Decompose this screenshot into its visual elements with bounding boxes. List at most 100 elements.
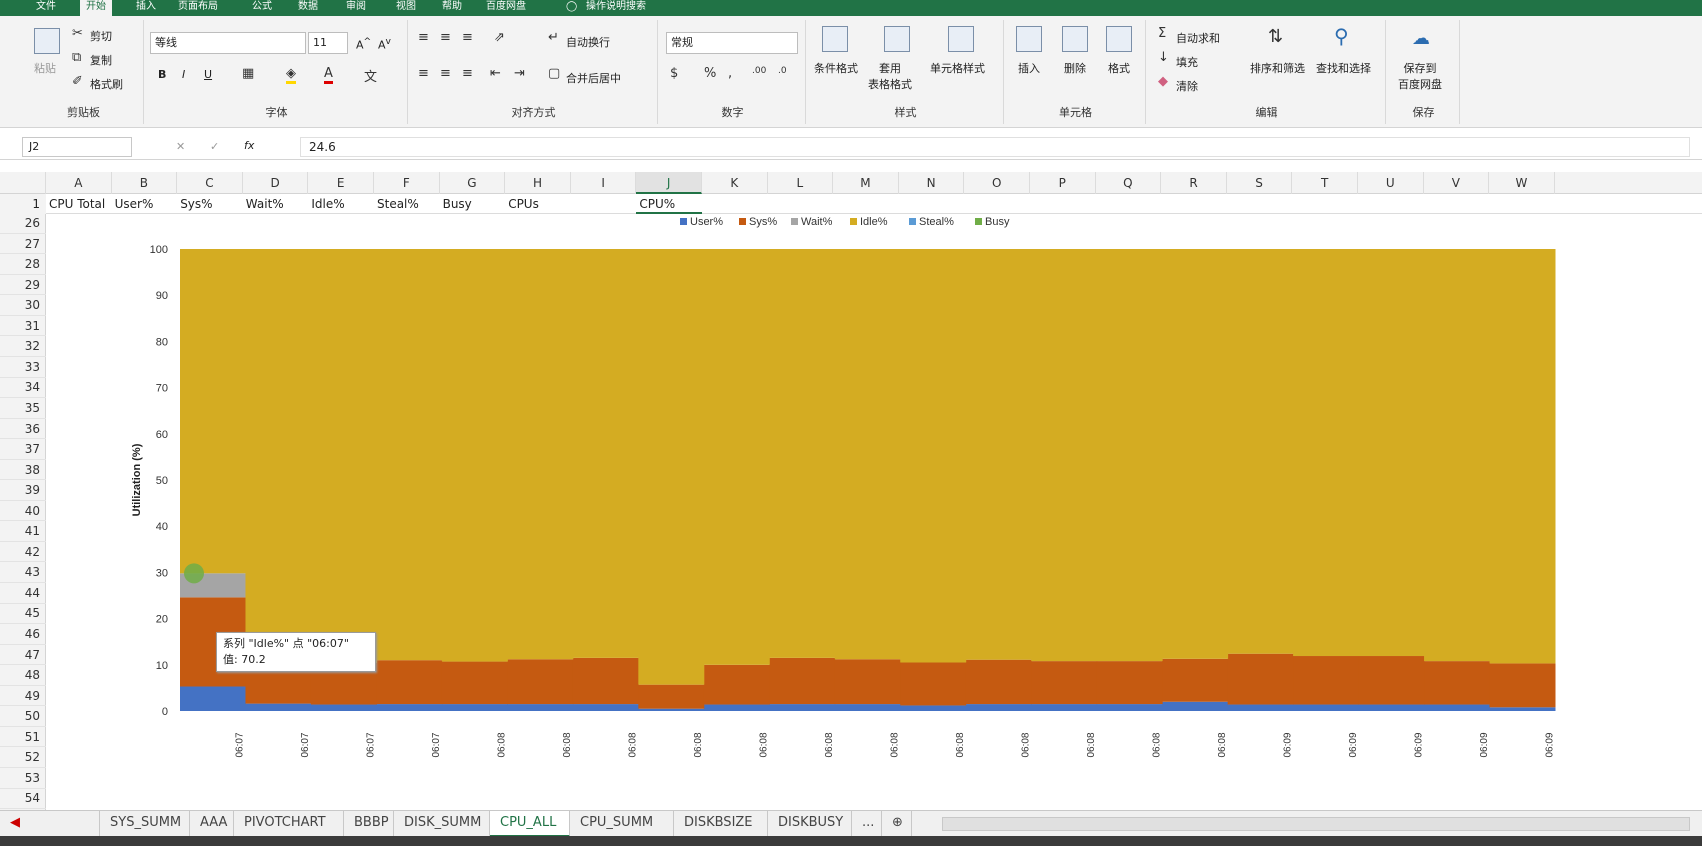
column-header-e[interactable]: E	[308, 172, 374, 194]
row-header[interactable]: 33	[0, 358, 46, 378]
align-right-icon[interactable]: ≡	[462, 66, 473, 81]
align-bottom-icon[interactable]: ≡	[462, 30, 473, 45]
column-header-s[interactable]: S	[1227, 172, 1293, 194]
column-header-n[interactable]: N	[899, 172, 965, 194]
sheet-tab-diskbsize[interactable]: DISKBSIZE	[674, 811, 768, 837]
row-header[interactable]: 29	[0, 276, 46, 296]
column-header-m[interactable]: M	[833, 172, 899, 194]
format-painter-button[interactable]: 格式刷	[90, 76, 123, 92]
cell-g1[interactable]: Busy	[440, 194, 506, 214]
format-button[interactable]: 格式	[1108, 60, 1130, 76]
percent-icon[interactable]: %	[704, 66, 716, 81]
column-header-i[interactable]: I	[571, 172, 637, 194]
currency-icon[interactable]: $	[670, 66, 678, 81]
row-header[interactable]: 32	[0, 337, 46, 357]
cell-b1[interactable]: User%	[112, 194, 178, 214]
column-header-d[interactable]: D	[243, 172, 309, 194]
row-header[interactable]: 35	[0, 399, 46, 419]
column-header-o[interactable]: O	[964, 172, 1030, 194]
cell-e1[interactable]: Idle%	[308, 194, 374, 214]
sheet-tab--[interactable]: ...	[852, 811, 882, 837]
clear-button[interactable]: 清除	[1176, 78, 1198, 94]
row-header[interactable]: 41	[0, 522, 46, 542]
increase-indent-icon[interactable]: ⇥	[514, 66, 525, 81]
sheet-tab-disk-summ[interactable]: DISK_SUMM	[394, 811, 490, 837]
font-color-icon[interactable]: A	[324, 66, 333, 84]
underline-button[interactable]: U	[204, 68, 212, 81]
row-header[interactable]: 31	[0, 317, 46, 337]
row-header[interactable]: 51	[0, 728, 46, 748]
row-header[interactable]: 45	[0, 604, 46, 625]
bold-button[interactable]: B	[158, 68, 166, 81]
cell-c1[interactable]: Sys%	[177, 194, 243, 214]
row-header[interactable]: 30	[0, 296, 46, 316]
column-header-r[interactable]: R	[1161, 172, 1227, 194]
cell-f1[interactable]: Steal%	[374, 194, 440, 214]
row-header[interactable]: 46	[0, 625, 46, 645]
tab-file[interactable]: 文件	[30, 0, 62, 16]
align-center-icon[interactable]: ≡	[440, 66, 451, 81]
fill-color-icon[interactable]: ◈	[286, 66, 296, 84]
cell-h1[interactable]: CPUs	[505, 194, 571, 214]
cut-button[interactable]: 剪切	[90, 28, 112, 44]
row-header[interactable]: 47	[0, 646, 46, 666]
row-header[interactable]: 40	[0, 502, 46, 522]
column-header-a[interactable]: A	[46, 172, 112, 194]
column-header-j[interactable]: J	[636, 172, 702, 194]
font-name-select[interactable]: 等线	[150, 32, 306, 54]
align-middle-icon[interactable]: ≡	[440, 30, 451, 45]
row-header[interactable]: 50	[0, 707, 46, 727]
row-header[interactable]: 44	[0, 584, 46, 604]
wrap-text-button[interactable]: 自动换行	[566, 34, 610, 50]
sheet-tab-sys-summ[interactable]: SYS_SUMM	[100, 811, 190, 837]
column-header-b[interactable]: B	[112, 172, 178, 194]
cell-d1[interactable]: Wait%	[243, 194, 309, 214]
column-header-f[interactable]: F	[374, 172, 440, 194]
row-header[interactable]: 36	[0, 420, 46, 440]
column-header-t[interactable]: T	[1292, 172, 1358, 194]
column-header-u[interactable]: U	[1358, 172, 1424, 194]
column-header-w[interactable]: W	[1489, 172, 1555, 194]
tab-view[interactable]: 视图	[390, 0, 422, 16]
format-as-table-button[interactable]: 套用 表格格式	[868, 60, 912, 92]
function-icon[interactable]: fx	[244, 139, 254, 152]
paste-icon[interactable]	[34, 28, 60, 54]
grow-font-button[interactable]: A^	[356, 36, 371, 52]
column-header-v[interactable]: V	[1424, 172, 1490, 194]
shrink-font-button[interactable]: Av	[378, 36, 391, 52]
comma-icon[interactable]: ,	[728, 66, 732, 81]
sheet-tab-diskbusy[interactable]: DISKBUSY	[768, 811, 852, 837]
cpu-utilization-chart[interactable]: 0 10 20 30 40 50 60 70 80 90 100 Utilization (%) 06:…	[120, 214, 1702, 810]
italic-button[interactable]: I	[182, 68, 185, 81]
decrease-decimal-icon[interactable]: .0	[778, 66, 787, 76]
cell-j1[interactable]: CPU%	[636, 194, 702, 214]
select-all-corner[interactable]	[0, 172, 46, 194]
phonetic-icon[interactable]: 文	[364, 66, 377, 85]
name-box[interactable]: J2	[22, 137, 132, 157]
sheet-tab-pivotchart[interactable]: PIVOTCHART	[234, 811, 344, 837]
column-header-l[interactable]: L	[768, 172, 834, 194]
column-header-p[interactable]: P	[1030, 172, 1096, 194]
sheet-tab-aaa[interactable]: AAA	[190, 811, 234, 837]
increase-decimal-icon[interactable]: .00	[752, 66, 766, 76]
row-header[interactable]: 54	[0, 789, 46, 810]
row-header[interactable]: 49	[0, 687, 46, 707]
border-icon[interactable]: ▦	[242, 66, 254, 81]
cell-styles-button[interactable]: 单元格样式	[930, 60, 985, 76]
column-header-h[interactable]: H	[505, 172, 571, 194]
find-select-button[interactable]: 查找和选择	[1316, 60, 1371, 76]
row-header[interactable]: 52	[0, 748, 46, 768]
autosum-button[interactable]: 自动求和	[1176, 30, 1220, 46]
row-header[interactable]: 37	[0, 440, 46, 460]
insert-button[interactable]: 插入	[1018, 60, 1040, 76]
align-top-icon[interactable]: ≡	[418, 30, 429, 45]
tab-formulas[interactable]: 公式	[246, 0, 278, 16]
delete-button[interactable]: 删除	[1064, 60, 1086, 76]
sheet-tab-bbbp[interactable]: BBBP	[344, 811, 394, 837]
paste-button[interactable]: 粘贴	[34, 60, 56, 76]
row-header[interactable]: 26	[0, 214, 46, 234]
cell-i1[interactable]	[571, 194, 637, 214]
row-header[interactable]: 43	[0, 563, 46, 584]
save-to-baidu-button[interactable]: 保存到 百度网盘	[1398, 60, 1442, 92]
cell-a1[interactable]: CPU Total	[46, 194, 112, 214]
